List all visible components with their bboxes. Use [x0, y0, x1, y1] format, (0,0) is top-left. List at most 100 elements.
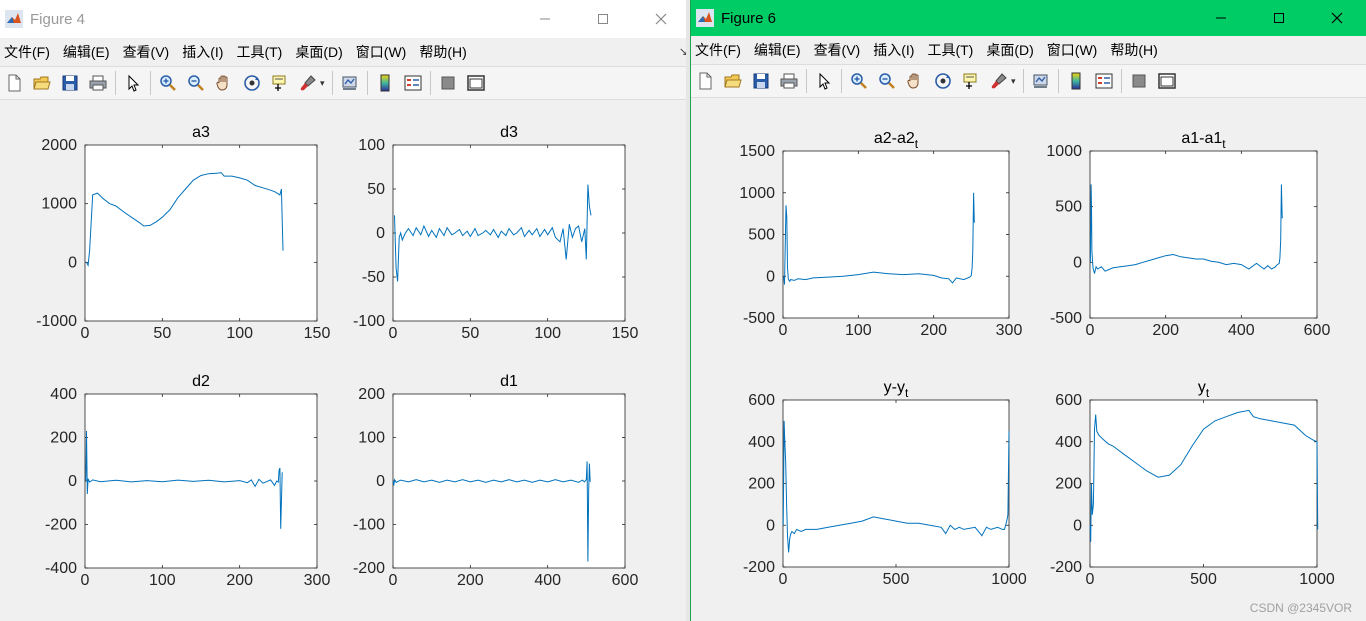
- menu-tools[interactable]: 工具(T): [234, 42, 291, 62]
- new-figure-button[interactable]: [3, 72, 25, 94]
- menu-insert[interactable]: 插入(I): [871, 40, 923, 60]
- minimize-button[interactable]: [1192, 0, 1250, 36]
- chart-title-subscript: t: [1222, 137, 1226, 151]
- menu-insert[interactable]: 插入(I): [180, 42, 232, 62]
- matlab-logo-icon: [5, 10, 23, 28]
- legend-icon: [404, 75, 422, 91]
- toolbar-separator: [429, 71, 431, 95]
- rotate-3d-button[interactable]: [241, 72, 263, 94]
- menu-window[interactable]: 窗口(W): [1045, 40, 1107, 60]
- menu-edit[interactable]: 编辑(E): [752, 40, 810, 60]
- print-button[interactable]: [87, 72, 109, 94]
- x-tick-label: 50: [461, 325, 479, 342]
- x-tick-label: 150: [304, 325, 331, 342]
- y-tick-label: 200: [748, 476, 775, 493]
- data-cursor-button[interactable]: [269, 72, 291, 94]
- hide-plot-tools-button[interactable]: [1128, 70, 1150, 92]
- x-tick-label: 400: [534, 572, 561, 589]
- axes-d3[interactable]: 0 50 100 150 -100 -50 0 50 100 d3: [337, 119, 645, 352]
- menu-view[interactable]: 查看(V): [121, 42, 179, 62]
- menu-file[interactable]: 文件(F): [2, 42, 59, 62]
- hide-plot-tools-button[interactable]: [437, 72, 459, 94]
- minimize-button[interactable]: [516, 0, 574, 38]
- pan-button[interactable]: [904, 70, 926, 92]
- data-cursor-button[interactable]: [960, 70, 982, 92]
- menu-desktop[interactable]: 桌面(D): [984, 40, 1042, 60]
- legend-button[interactable]: [402, 72, 424, 94]
- show-plot-tools-button[interactable]: [465, 72, 487, 94]
- open-button[interactable]: [722, 70, 744, 92]
- menu-tools[interactable]: 工具(T): [925, 40, 982, 60]
- maximize-button[interactable]: [574, 0, 632, 38]
- chart-title: d3: [500, 124, 518, 141]
- window-title: Figure 4: [30, 10, 86, 28]
- save-button[interactable]: [59, 72, 81, 94]
- figure-toolbar: ▾: [0, 66, 690, 100]
- chart-title: d2: [192, 373, 210, 390]
- close-button[interactable]: [1308, 0, 1366, 36]
- rotate-3d-button[interactable]: [932, 70, 954, 92]
- menu-file[interactable]: 文件(F): [693, 40, 750, 60]
- y-tick-label: 0: [766, 268, 775, 285]
- brush-button[interactable]: [988, 70, 1010, 92]
- x-tick-label: 200: [1152, 322, 1179, 339]
- x-tick-label: 600: [1304, 322, 1331, 339]
- axes-d1[interactable]: 0 200 400 600 -200 -100 0 100 200 d1: [337, 368, 645, 599]
- menu-view[interactable]: 查看(V): [812, 40, 870, 60]
- x-tick-label: 100: [845, 322, 872, 339]
- show-plot-tools-button[interactable]: [1156, 70, 1178, 92]
- brush-icon: [991, 73, 1007, 89]
- menu-window[interactable]: 窗口(W): [354, 42, 416, 62]
- colorbar-button[interactable]: [374, 72, 396, 94]
- y-tick-label: 50: [367, 181, 385, 198]
- close-button[interactable]: [632, 0, 690, 38]
- figure-4-window[interactable]: Figure 4 文件(F) 编辑(E) 查看(V) 插入(I) 工具(T) 桌…: [0, 0, 690, 621]
- zoom-out-button[interactable]: [185, 72, 207, 94]
- pointer-button[interactable]: [813, 70, 835, 92]
- axes-a3[interactable]: 0 50 100 150 -1000 0 1000 2000 a3: [29, 119, 337, 352]
- menu-help[interactable]: 帮助(H): [417, 42, 475, 62]
- menu-edit[interactable]: 编辑(E): [61, 42, 119, 62]
- colorbar-icon: [1071, 72, 1081, 90]
- y-tick-label: -500: [1050, 310, 1082, 327]
- x-tick-label: 0: [389, 325, 398, 342]
- y-tick-label: 0: [68, 254, 77, 271]
- figure-6-window[interactable]: Figure 6 文件(F) 编辑(E) 查看(V) 插入(I) 工具(T) 桌…: [690, 0, 1366, 621]
- axes-yt[interactable]: 0 500 1000 -200 0 200 400 600 yt: [1034, 374, 1337, 598]
- new-figure-icon: [699, 72, 712, 90]
- brush-button[interactable]: [297, 72, 319, 94]
- open-button[interactable]: [31, 72, 53, 94]
- data-cursor-icon: [963, 73, 977, 89]
- legend-button[interactable]: [1093, 70, 1115, 92]
- print-button[interactable]: [778, 70, 800, 92]
- menu-help[interactable]: 帮助(H): [1108, 40, 1166, 60]
- menu-desktop[interactable]: 桌面(D): [293, 42, 351, 62]
- save-button[interactable]: [750, 70, 772, 92]
- zoom-in-button[interactable]: [157, 72, 179, 94]
- y-tick-label: -50: [362, 269, 385, 286]
- new-figure-icon: [8, 74, 21, 92]
- x-tick-label: 1000: [991, 571, 1027, 588]
- pan-button[interactable]: [213, 72, 235, 94]
- brush-dropdown-arrow-icon[interactable]: ▾: [1011, 76, 1016, 87]
- axes-y-yt[interactable]: 0 500 1000 -200 0 200 400 600 y-yt: [727, 374, 1029, 598]
- zoom-out-button[interactable]: [876, 70, 898, 92]
- matlab-logo-icon: [696, 9, 714, 27]
- axes-a1-a1t[interactable]: 0 200 400 600 -500 0 500 1000 a1-a1t: [1034, 125, 1337, 349]
- zoom-in-button[interactable]: [848, 70, 870, 92]
- maximize-button[interactable]: [1250, 0, 1308, 36]
- title-bar[interactable]: Figure 4: [0, 0, 690, 38]
- title-bar[interactable]: Figure 6: [691, 0, 1366, 36]
- y-tick-label: 1500: [739, 143, 775, 160]
- open-icon: [33, 76, 51, 90]
- pointer-button[interactable]: [122, 72, 144, 94]
- colorbar-button[interactable]: [1065, 70, 1087, 92]
- axes-a2-a2t[interactable]: 0 100 200 300 -500 0 500 1000 1500 a2-a2t: [727, 125, 1029, 349]
- close-icon: [1331, 12, 1343, 24]
- brush-dropdown-arrow-icon[interactable]: ▾: [320, 78, 325, 89]
- link-plot-button[interactable]: [339, 72, 361, 94]
- new-figure-button[interactable]: [694, 70, 716, 92]
- link-plot-button[interactable]: [1030, 70, 1052, 92]
- rotate-3d-icon: [244, 75, 260, 91]
- axes-d2[interactable]: 0 100 200 300 -400 -200 0 200 400 d2: [29, 368, 337, 599]
